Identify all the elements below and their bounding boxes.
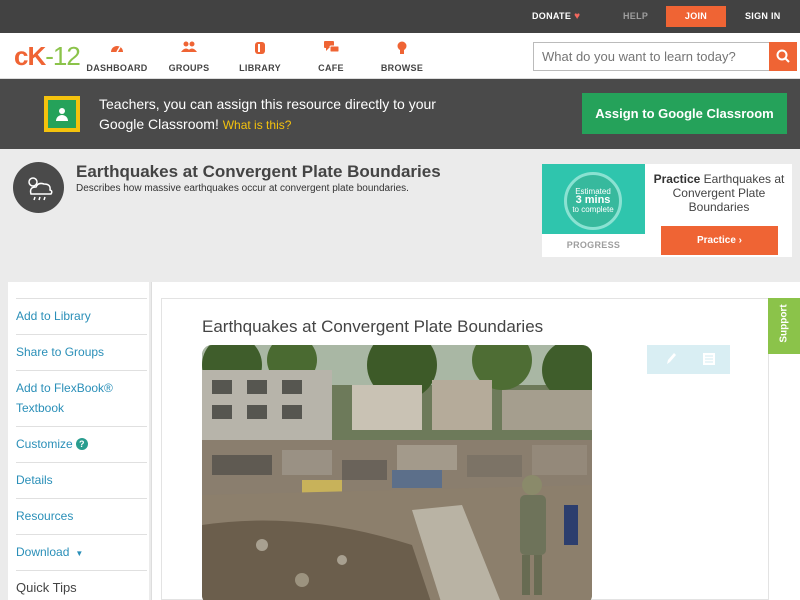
nav-groups-label: GROUPS [168,63,210,73]
support-label: Support [778,304,790,343]
practice-art: Estimated 3 mins to complete [542,164,645,234]
sidebar-quick-tips[interactable]: Quick Tips [16,570,147,598]
donate-label: DONATE [532,11,572,21]
sidebar-resources[interactable]: Resources [16,498,147,526]
earthquake-photo [202,345,592,600]
support-tab[interactable]: Support [768,298,800,354]
top-bar: DONATE ♥ HELP JOIN SIGN IN [0,0,800,33]
help-icon[interactable]: ? [75,438,88,450]
sidebar-details[interactable]: Details [16,462,147,490]
sidebar-add-to-library[interactable]: Add to Library [16,298,147,326]
page-title: Earthquakes at Convergent Plate Boundari… [76,162,441,181]
nav-library[interactable]: LIBRARY [220,41,300,73]
sidebar-add-to-flexbook[interactable]: Add to FlexBook® Textbook [16,370,147,418]
what-is-this-link[interactable]: What is this? [223,118,292,132]
search-input[interactable] [533,42,769,71]
practice-title-bold: Practice [653,172,701,186]
gauge-icon [77,41,157,55]
logo-c: c [14,41,29,71]
nav-library-label: LIBRARY [239,63,281,73]
progress-label: PROGRESS [566,240,621,250]
practice-button[interactable]: Practice › [661,226,778,255]
practice-button-label: Practice [696,235,736,246]
estimated-time: 3 mins [575,194,611,206]
sidebar-customize[interactable]: Customize? [16,426,147,454]
chat-icon [291,41,371,55]
heart-icon: ♥ [574,11,581,22]
lightbulb-icon [362,41,442,55]
page-description: Describes how massive earthquakes occur … [76,183,409,194]
sidebar: Add to Library Share to Groups Add to Fl… [8,282,149,600]
ck12-logo[interactable]: cK-12 [14,41,81,71]
notes-icon[interactable] [702,352,716,366]
google-classroom-icon [44,96,80,132]
donate-link[interactable]: DONATE ♥ [532,0,580,33]
chevron-right-icon: › [738,235,743,246]
download-label: Download [16,545,70,559]
nav-dashboard[interactable]: DASHBOARD [77,41,157,73]
customize-label: Customize [16,437,73,451]
practice-card: Estimated 3 mins to complete PROGRESS Pr… [542,164,792,257]
search-button[interactable] [769,42,797,71]
nav-groups[interactable]: GROUPS [149,41,229,73]
book-icon [220,41,300,55]
content-tools [647,345,730,374]
join-button[interactable]: JOIN [666,6,726,27]
to-complete-label: to complete [572,205,614,214]
caret-down-icon: ▼ [75,549,84,558]
help-link[interactable]: HELP [623,0,648,33]
nav-dashboard-label: DASHBOARD [86,63,148,73]
pencil-icon[interactable] [665,352,677,366]
nav-browse-label: BROWSE [380,63,424,73]
nav-cafe[interactable]: CAFE [291,41,371,73]
classroom-message: Teachers, you can assign this resource d… [99,94,459,135]
assign-google-classroom-button[interactable]: Assign to Google Classroom [582,93,787,134]
practice-title: Practice Earthquakes at Convergent Plate… [652,172,786,214]
nav-cafe-label: CAFE [318,63,344,73]
logo-num: -12 [45,41,81,71]
sign-in-link[interactable]: SIGN IN [745,0,781,33]
estimated-time-badge: Estimated 3 mins to complete [564,172,622,230]
weather-icon [13,162,64,213]
content-title: Earthquakes at Convergent Plate Boundari… [202,317,544,336]
search-icon [776,49,790,63]
nav-browse[interactable]: BROWSE [362,41,442,73]
logo-k: K [27,41,46,71]
people-icon [149,41,229,55]
sidebar-download[interactable]: Download ▼ [16,534,147,564]
sidebar-share-to-groups[interactable]: Share to Groups [16,334,147,362]
